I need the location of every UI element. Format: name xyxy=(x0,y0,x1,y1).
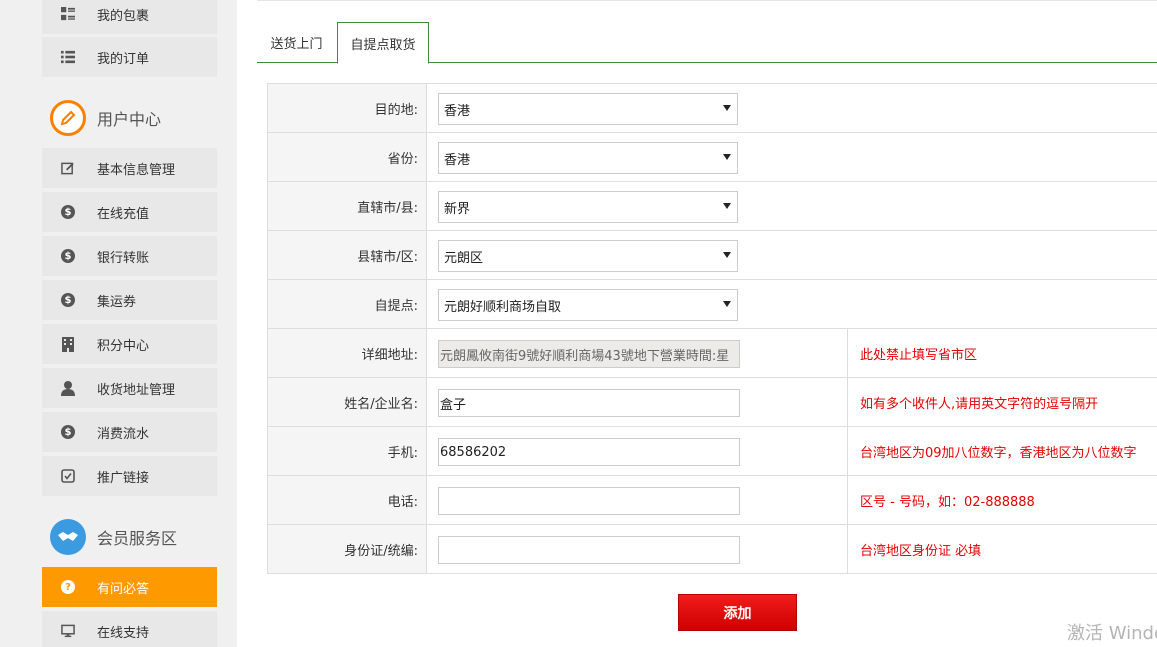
checkbox-icon xyxy=(61,469,75,483)
form-row-province: 省份: 香港 xyxy=(268,133,1157,182)
sidebar-item-label: 在线支持 xyxy=(97,625,150,641)
sidebar-item-my-orders[interactable]: 我的订单 xyxy=(42,37,217,77)
form-row-mobile: 手机: 台湾地区为09加八位数字，香港地区为八位数字 xyxy=(268,427,1157,476)
field-label: 自提点: xyxy=(268,280,427,328)
sidebar-item-address-management[interactable]: 收货地址管理 xyxy=(42,368,217,408)
city-select[interactable]: 新界 xyxy=(438,191,738,223)
sidebar-item-promo-link[interactable]: 推广链接 xyxy=(42,456,217,496)
field-label: 目的地: xyxy=(268,84,427,132)
sidebar-item-label: 我的包裹 xyxy=(97,8,150,24)
form-row-phone: 电话: 区号 - 号码，如：02-888888 xyxy=(268,476,1157,525)
form-row-idcard: 身份证/统编: 台湾地区身份证 必填 xyxy=(268,525,1157,574)
sidebar-item-bank-transfer[interactable]: $ 银行转账 xyxy=(42,236,217,276)
section-title: 用户中心 xyxy=(97,110,162,129)
edit-icon xyxy=(61,161,75,175)
field-label: 直辖市/县: xyxy=(268,182,427,230)
field-hint: 区号 - 号码，如：02-888888 xyxy=(847,476,1157,524)
section-title: 会员服务区 xyxy=(97,529,178,548)
form-row-destination: 目的地: 香港 xyxy=(268,84,1157,133)
monitor-icon xyxy=(61,624,75,638)
building-icon xyxy=(61,336,75,352)
sidebar-item-label: 银行转账 xyxy=(97,250,150,266)
select-value: 元朗区 xyxy=(444,250,484,266)
sidebar-item-basic-info[interactable]: 基本信息管理 xyxy=(42,148,217,188)
name-field[interactable] xyxy=(438,389,740,417)
dollar-icon: $ xyxy=(61,293,75,307)
address-form: 目的地: 香港 省份: 香港 直辖市/县: 新界 县辖市/区: 元朗区 自提点:… xyxy=(267,83,1157,574)
delivery-tabs: 送货上门 自提点取货 xyxy=(257,22,1157,64)
form-row-city: 直辖市/县: 新界 xyxy=(268,182,1157,231)
main-content: 送货上门 自提点取货 目的地: 香港 省份: 香港 直辖市/县: 新界 县辖市/… xyxy=(247,0,1157,647)
sidebar-item-label: 在线充值 xyxy=(97,206,150,222)
pickup-point-select[interactable]: 元朗好顺利商场自取 xyxy=(438,289,738,321)
divider xyxy=(257,0,1157,1)
pencil-icon xyxy=(50,100,86,136)
sidebar-item-points-center[interactable]: 积分中心 xyxy=(42,324,217,364)
dollar-icon: $ xyxy=(61,425,75,439)
sidebar-item-label: 集运券 xyxy=(97,294,137,310)
handshake-icon xyxy=(50,519,86,555)
form-row-name: 姓名/企业名: 如有多个收件人,请用英文字符的逗号隔开 xyxy=(268,378,1157,427)
sidebar-item-faq[interactable]: ? 有问必答 xyxy=(42,567,217,607)
field-hint: 台湾地区身份证 必填 xyxy=(847,525,1157,573)
sidebar-item-online-support[interactable]: 在线支持 xyxy=(42,611,217,647)
sidebar-item-label: 有问必答 xyxy=(97,581,150,597)
tab-home-delivery[interactable]: 送货上门 xyxy=(257,22,336,63)
mobile-field[interactable] xyxy=(438,438,740,466)
select-value: 新界 xyxy=(444,201,471,217)
field-label: 电话: xyxy=(268,476,427,524)
address-field[interactable] xyxy=(438,340,740,368)
sidebar-item-label: 我的订单 xyxy=(97,51,150,67)
select-value: 香港 xyxy=(444,152,471,168)
sidebar-item-my-packages[interactable]: 我的包裹 xyxy=(42,0,217,34)
idcard-field[interactable] xyxy=(438,536,740,564)
add-button[interactable]: 添加 xyxy=(678,594,797,631)
dropdown-arrow-icon xyxy=(723,203,731,209)
select-value: 元朗好顺利商场自取 xyxy=(444,299,562,315)
field-label: 姓名/企业名: xyxy=(268,378,427,426)
field-label: 详细地址: xyxy=(268,329,427,377)
province-select[interactable]: 香港 xyxy=(438,142,738,174)
sidebar-item-online-recharge[interactable]: $ 在线充值 xyxy=(42,192,217,232)
sidebar-item-label: 积分中心 xyxy=(97,338,150,354)
section-member-service: 会员服务区 xyxy=(50,517,177,557)
sidebar-item-label: 消费流水 xyxy=(97,426,150,442)
grid-list-icon xyxy=(61,7,75,21)
sidebar-item-label: 收货地址管理 xyxy=(97,382,176,398)
dollar-icon: $ xyxy=(61,205,75,219)
field-hint: 台湾地区为09加八位数字，香港地区为八位数字 xyxy=(847,427,1157,475)
sidebar: 我的包裹 我的订单 用户中心 基本信息管理 $ 在线充值 $ 银行转账 $ 集运… xyxy=(0,0,237,647)
field-label: 身份证/统编: xyxy=(268,525,427,573)
district-select[interactable]: 元朗区 xyxy=(438,240,738,272)
sidebar-item-coupons[interactable]: $ 集运券 xyxy=(42,280,217,320)
dropdown-arrow-icon xyxy=(723,301,731,307)
field-label: 县辖市/区: xyxy=(268,231,427,279)
dropdown-arrow-icon xyxy=(723,252,731,258)
sidebar-item-label: 基本信息管理 xyxy=(97,162,176,178)
phone-field[interactable] xyxy=(438,487,740,515)
form-row-pickup: 自提点: 元朗好顺利商场自取 xyxy=(268,280,1157,329)
field-hint: 此处禁止填写省市区 xyxy=(847,329,1157,377)
sidebar-item-transactions[interactable]: $ 消费流水 xyxy=(42,412,217,452)
dropdown-arrow-icon xyxy=(723,154,731,160)
form-row-address: 详细地址: 此处禁止填写省市区 xyxy=(268,329,1157,378)
field-label: 手机: xyxy=(268,427,427,475)
question-icon: ? xyxy=(61,580,75,594)
dollar-icon: $ xyxy=(61,249,75,263)
list-icon xyxy=(61,50,75,64)
field-label: 省份: xyxy=(268,133,427,181)
activation-watermark: 激活 Windows xyxy=(1067,623,1157,644)
sidebar-item-label: 推广链接 xyxy=(97,470,150,486)
user-icon xyxy=(61,380,75,396)
tab-pickup-point[interactable]: 自提点取货 xyxy=(337,22,429,64)
dropdown-arrow-icon xyxy=(723,105,731,111)
destination-select[interactable]: 香港 xyxy=(438,93,738,125)
field-hint: 如有多个收件人,请用英文字符的逗号隔开 xyxy=(847,378,1157,426)
select-value: 香港 xyxy=(444,103,471,119)
form-row-district: 县辖市/区: 元朗区 xyxy=(268,231,1157,280)
section-user-center: 用户中心 xyxy=(50,98,161,138)
